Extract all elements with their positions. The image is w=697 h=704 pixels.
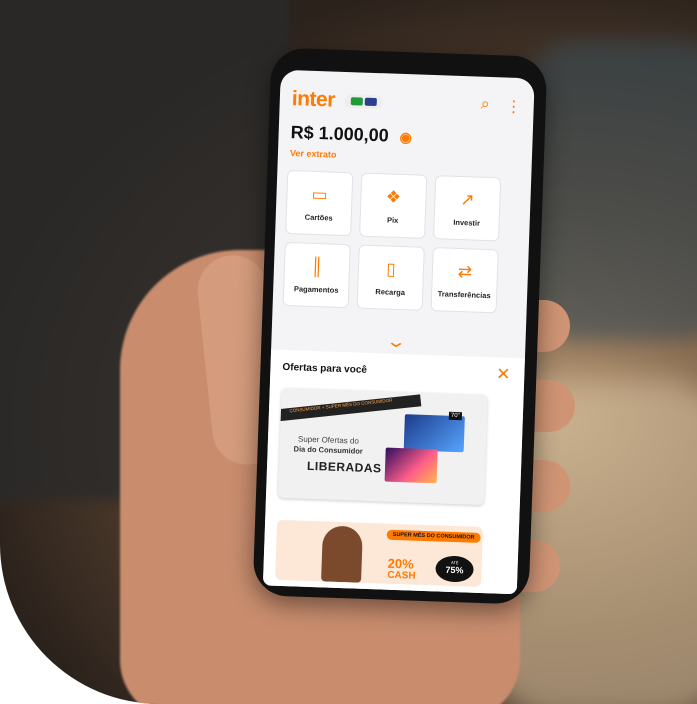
currency-toggle[interactable] bbox=[344, 93, 384, 110]
more-vertical-icon[interactable]: ⋮ bbox=[505, 97, 522, 118]
tv-size-tag: 70" bbox=[448, 411, 462, 421]
background-lamp bbox=[520, 40, 697, 340]
photo-background: inter ⌕ ⋮ R$ 1.000,00 ◉ Ver extrato ▭ Ca… bbox=[0, 0, 697, 704]
action-pagamentos[interactable]: ║ Pagamentos bbox=[282, 241, 351, 309]
smartphone: inter ⌕ ⋮ R$ 1.000,00 ◉ Ver extrato ▭ Ca… bbox=[252, 47, 548, 605]
woman-image bbox=[321, 525, 363, 583]
badge-value: 75% bbox=[445, 564, 464, 576]
balance-value: R$ 1.000,00 bbox=[290, 122, 390, 146]
transfer-icon: ⇄ bbox=[457, 261, 473, 281]
action-label: Transferências bbox=[437, 288, 491, 300]
action-label: Cartões bbox=[304, 212, 333, 223]
offers-title: Ofertas para você bbox=[282, 361, 368, 376]
close-icon[interactable]: ✕ bbox=[496, 364, 511, 384]
action-label: Pix bbox=[386, 214, 399, 225]
action-investir[interactable]: ↗ Investir bbox=[433, 175, 502, 242]
action-label: Investir bbox=[453, 217, 481, 228]
card-icon: ▭ bbox=[311, 184, 328, 204]
action-transferencias[interactable]: ⇄ Transferências bbox=[430, 247, 499, 314]
app-logo: inter bbox=[291, 87, 336, 112]
barcode-icon: ║ bbox=[310, 256, 324, 276]
statement-link[interactable]: Ver extrato bbox=[290, 148, 337, 160]
eye-icon[interactable]: ◉ bbox=[399, 129, 412, 145]
offers-section: Ofertas para você ✕ CONSUMIDOR + SUPER M… bbox=[262, 349, 525, 595]
action-cartoes[interactable]: ▭ Cartões bbox=[285, 169, 354, 237]
banner-headline: LIBERADAS bbox=[306, 458, 382, 476]
quick-actions-grid: ▭ Cartões ❖ Pix ↗ Investir ║ Pagamentos … bbox=[282, 169, 522, 314]
phone-screen: inter ⌕ ⋮ R$ 1.000,00 ◉ Ver extrato ▭ Ca… bbox=[262, 69, 535, 595]
laptop-image bbox=[384, 447, 438, 484]
trend-up-icon: ↗ bbox=[460, 189, 475, 210]
app-header: inter ⌕ ⋮ bbox=[291, 86, 522, 120]
pix-icon: ❖ bbox=[385, 186, 402, 207]
cashback-label: CASH bbox=[387, 569, 416, 582]
brazil-flag-icon[interactable] bbox=[350, 97, 363, 106]
action-label: Recarga bbox=[375, 286, 406, 297]
offer-banner-consumer-month[interactable]: SUPER MÊS DO CONSUMIDOR 20% CASH ATÉ 75% bbox=[275, 519, 484, 587]
usa-flag-icon[interactable] bbox=[364, 97, 377, 107]
offer-banner-consumer-day[interactable]: CONSUMIDOR + SUPER MÊS DO CONSUMIDOR Sup… bbox=[277, 387, 488, 506]
action-recarga[interactable]: ▯ Recarga bbox=[356, 244, 425, 311]
balance-display: R$ 1.000,00 ◉ bbox=[290, 122, 412, 147]
search-icon[interactable]: ⌕ bbox=[480, 96, 491, 116]
banner-tag: SUPER MÊS DO CONSUMIDOR bbox=[386, 529, 481, 543]
discount-badge: ATÉ 75% bbox=[435, 555, 474, 583]
action-pix[interactable]: ❖ Pix bbox=[359, 172, 428, 239]
phone-icon: ▯ bbox=[385, 258, 396, 279]
chevron-down-icon[interactable]: ⌄ bbox=[385, 332, 407, 353]
banner-line: Dia do Consumidor bbox=[293, 444, 363, 456]
action-label: Pagamentos bbox=[293, 283, 339, 295]
